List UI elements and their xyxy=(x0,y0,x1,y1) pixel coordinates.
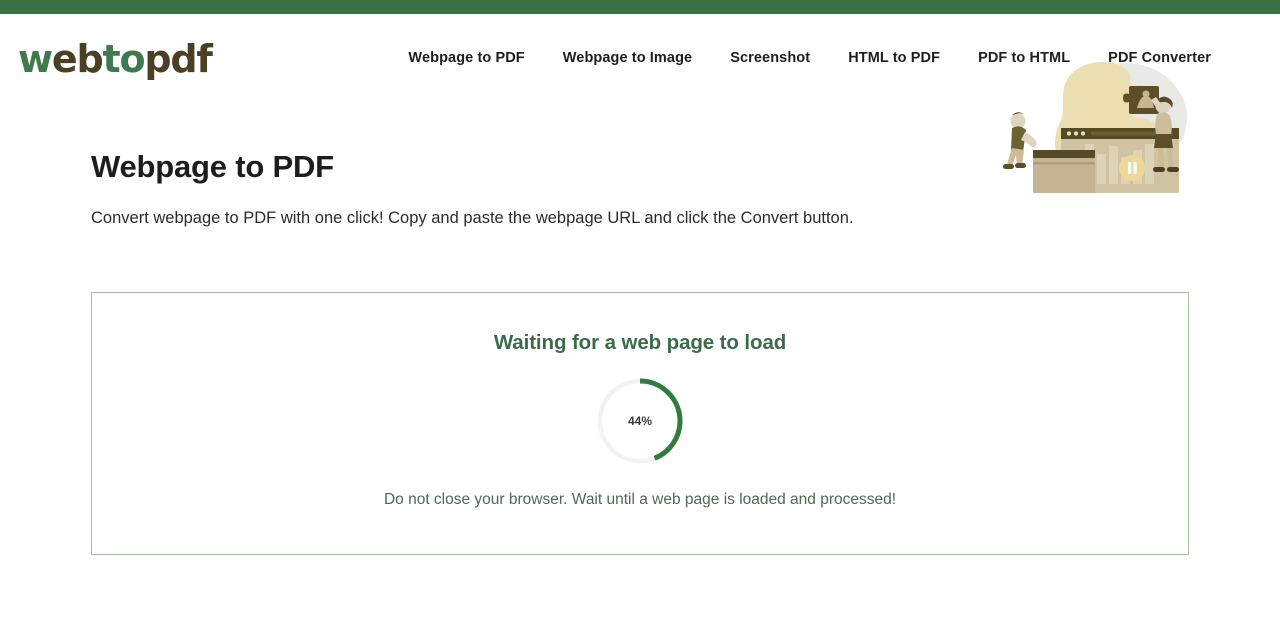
logo-text-part4: pdf xyxy=(144,37,213,81)
nav-item-html-to-pdf[interactable]: HTML to PDF xyxy=(829,44,959,72)
nav-item-webpage-to-pdf[interactable]: Webpage to PDF xyxy=(389,44,543,72)
progress-panel-note: Do not close your browser. Wait until a … xyxy=(383,491,897,508)
page-subtitle: Convert webpage to PDF with one click! C… xyxy=(91,209,854,228)
logo-text-part1: w xyxy=(18,37,53,81)
logo-text-part3: to xyxy=(102,37,145,81)
page-title: Webpage to PDF xyxy=(91,149,334,184)
site-logo[interactable]: webtopdf xyxy=(18,37,213,81)
progress-panel: Waiting for a web page to load 44% Do no… xyxy=(91,292,1189,555)
main-navigation: Webpage to PDF Webpage to Image Screensh… xyxy=(389,44,1260,72)
logo-text-part2: eb xyxy=(51,37,104,81)
nav-item-pdf-converter[interactable]: PDF Converter xyxy=(1089,44,1230,72)
hero-section: Webpage to PDF Convert webpage to PDF wi… xyxy=(0,62,1280,230)
progress-percent-label: 44% xyxy=(627,414,653,428)
top-accent-bar xyxy=(0,0,1280,14)
nav-item-webpage-to-image[interactable]: Webpage to Image xyxy=(544,44,711,72)
nav-item-screenshot[interactable]: Screenshot xyxy=(711,44,829,72)
site-header: webtopdf Webpage to PDF Webpage to Image… xyxy=(0,14,1280,102)
progress-spinner: 44% xyxy=(596,377,684,465)
nav-item-pdf-to-html[interactable]: PDF to HTML xyxy=(959,44,1089,72)
progress-panel-title: Waiting for a web page to load xyxy=(493,331,787,354)
